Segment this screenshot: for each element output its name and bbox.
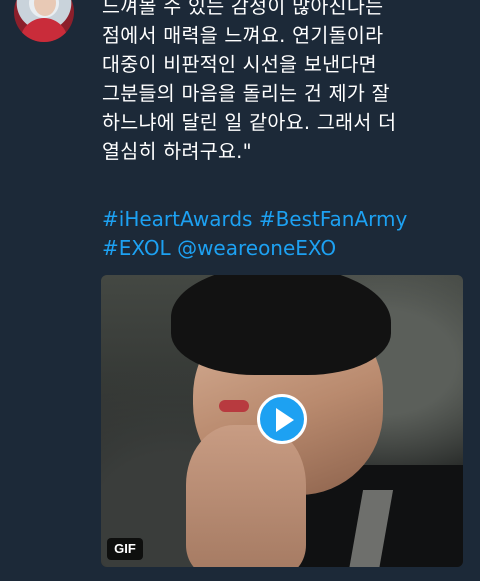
hashtag-exol[interactable]: #EXOL (102, 236, 171, 260)
hashtag-iheartawards[interactable]: #iHeartAwards (102, 207, 252, 231)
tweet-text-line: 대중이 비판적인 시선을 보낸다면 (102, 53, 377, 76)
hashtags: #iHeartAwards #BestFanArmy #EXOL @weareo… (102, 205, 472, 263)
tweet-text-line: 그분들의 마음을 돌리는 건 제가 잘 (102, 82, 390, 105)
gif-badge: GIF (107, 538, 143, 560)
tweet-text-line: 느껴볼 수 있는 감정이 많아진다는 (102, 0, 384, 18)
tweet-text-line: 하느냐에 달린 일 같아요. 그래서 더 (102, 111, 397, 134)
gif-frame-hands (186, 425, 306, 567)
gif-frame-mouth (219, 400, 249, 412)
hashtag-row-2: #EXOL @weareoneEXO (102, 234, 472, 263)
tweet-text-line: 열심히 하려구요." (102, 140, 252, 163)
hashtag-row-1: #iHeartAwards #BestFanArmy (102, 205, 472, 234)
avatar-face (34, 0, 56, 16)
hashtag-bestfanarmy[interactable]: #BestFanArmy (259, 207, 408, 231)
play-button[interactable] (257, 394, 307, 444)
play-icon (276, 408, 294, 432)
tweet: 느껴볼 수 있는 감정이 많아진다는 점에서 매력을 느껴요. 연기돌이라 대중… (0, 0, 480, 581)
gif-frame-hair (171, 275, 391, 375)
gif-media[interactable]: GIF (101, 275, 463, 567)
mention-weareoneexo[interactable]: @weareoneEXO (177, 236, 336, 260)
avatar[interactable] (14, 0, 74, 42)
tweet-text-line: 점에서 매력을 느껴요. 연기돌이라 (102, 24, 384, 47)
avatar-shirt (20, 18, 68, 42)
tweet-text: 느껴볼 수 있는 감정이 많아진다는 점에서 매력을 느껴요. 연기돌이라 대중… (102, 0, 472, 166)
